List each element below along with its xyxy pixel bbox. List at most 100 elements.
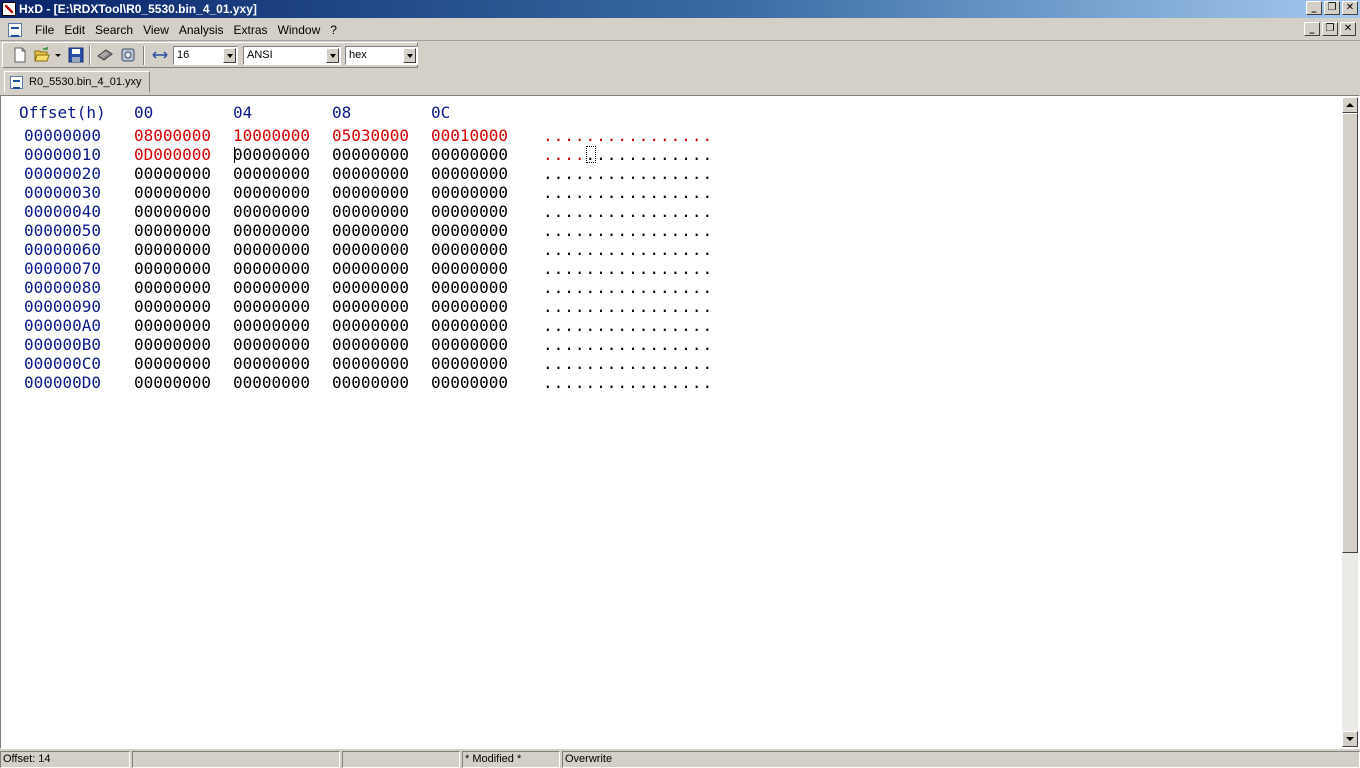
hex-byte-group[interactable]: 00000000 xyxy=(134,259,211,278)
hex-byte-group[interactable]: 00000000 xyxy=(332,221,409,240)
hex-byte-group[interactable]: 00000000 xyxy=(431,354,508,373)
menu-search[interactable]: Search xyxy=(90,23,138,37)
hex-byte-group[interactable]: 00000000 xyxy=(233,145,310,164)
menu-extras[interactable]: Extras xyxy=(229,23,273,37)
hex-byte-group[interactable]: 10000000 xyxy=(233,126,310,145)
ascii-column[interactable]: ................ xyxy=(543,278,713,297)
hex-byte-group[interactable]: 00000000 xyxy=(431,373,508,392)
save-icon[interactable] xyxy=(68,47,84,63)
menu-window[interactable]: Window xyxy=(273,23,326,37)
hex-byte-group[interactable]: 00000000 xyxy=(332,164,409,183)
document-close-button[interactable]: ✕ xyxy=(1340,22,1356,36)
menu-analysis[interactable]: Analysis xyxy=(174,23,229,37)
scroll-thumb[interactable] xyxy=(1342,113,1358,553)
tab-file[interactable]: R0_5530.bin_4_01.yxy xyxy=(4,71,150,93)
hex-byte-group[interactable]: 00000000 xyxy=(431,240,508,259)
new-file-icon[interactable] xyxy=(12,47,28,63)
hex-byte-group[interactable]: 00000000 xyxy=(332,354,409,373)
ascii-column[interactable]: ................ xyxy=(543,354,713,373)
minimize-button[interactable]: _ xyxy=(1306,1,1322,15)
hex-byte-group[interactable]: 00000000 xyxy=(233,221,310,240)
close-button[interactable]: ✕ xyxy=(1342,1,1358,15)
open-dropdown-icon[interactable] xyxy=(54,47,62,63)
menu-view[interactable]: View xyxy=(138,23,174,37)
ascii-column[interactable]: ................ xyxy=(543,373,713,392)
hex-byte-group[interactable]: 00000000 xyxy=(134,240,211,259)
hex-byte-group[interactable]: 00000000 xyxy=(332,145,409,164)
hex-byte-group[interactable]: 0D000000 xyxy=(134,145,211,164)
hex-byte-group[interactable]: 00000000 xyxy=(332,202,409,221)
charset-combo[interactable]: ANSI xyxy=(243,46,341,65)
hex-byte-group[interactable]: 00000000 xyxy=(431,316,508,335)
hxd-app-icon[interactable] xyxy=(2,2,16,16)
hex-byte-group[interactable]: 00000000 xyxy=(134,278,211,297)
hex-byte-group[interactable]: 00000000 xyxy=(134,202,211,221)
ascii-column[interactable]: ................ xyxy=(543,335,713,354)
hex-byte-group[interactable]: 00000000 xyxy=(431,164,508,183)
menu-help[interactable]: ? xyxy=(325,23,342,37)
hex-byte-group[interactable]: 00010000 xyxy=(431,126,508,145)
hex-byte-group[interactable]: 00000000 xyxy=(134,297,211,316)
ascii-column[interactable]: ................ xyxy=(543,183,713,202)
hex-byte-group[interactable]: 00000000 xyxy=(332,373,409,392)
open-file-icon[interactable] xyxy=(34,47,50,63)
hex-byte-group[interactable]: 00000000 xyxy=(233,183,310,202)
chevron-down-icon[interactable] xyxy=(403,48,416,63)
hex-byte-group[interactable]: 00000000 xyxy=(233,259,310,278)
hex-byte-group[interactable]: 00000000 xyxy=(134,316,211,335)
hex-byte-group[interactable]: 00000000 xyxy=(233,202,310,221)
hex-byte-group[interactable]: 00000000 xyxy=(233,240,310,259)
hex-byte-group[interactable]: 00000000 xyxy=(233,164,310,183)
hex-byte-group[interactable]: 00000000 xyxy=(134,354,211,373)
document-system-icon[interactable] xyxy=(8,23,22,37)
hex-byte-group[interactable]: 00000000 xyxy=(332,183,409,202)
offset-base-combo[interactable]: hex xyxy=(345,46,418,65)
hex-byte-group[interactable]: 05030000 xyxy=(332,126,409,145)
hex-byte-group[interactable]: 00000000 xyxy=(332,335,409,354)
hex-byte-group[interactable]: 00000000 xyxy=(431,183,508,202)
vertical-scrollbar[interactable] xyxy=(1342,97,1358,747)
hex-byte-group[interactable]: 00000000 xyxy=(233,278,310,297)
hex-byte-group[interactable]: 00000000 xyxy=(233,297,310,316)
hex-byte-group[interactable]: 00000000 xyxy=(134,183,211,202)
disk-drive-icon[interactable] xyxy=(120,47,136,63)
hex-byte-group[interactable]: 00000000 xyxy=(332,240,409,259)
chevron-down-icon[interactable] xyxy=(223,48,236,63)
scroll-up-button[interactable] xyxy=(1342,97,1358,113)
ascii-column[interactable]: ................ xyxy=(543,202,713,221)
hex-byte-group[interactable]: 08000000 xyxy=(134,126,211,145)
hex-byte-group[interactable]: 00000000 xyxy=(233,354,310,373)
ascii-column[interactable]: ................ xyxy=(543,259,713,278)
hex-byte-group[interactable]: 00000000 xyxy=(332,259,409,278)
hex-byte-group[interactable]: 00000000 xyxy=(431,259,508,278)
hex-byte-group[interactable]: 00000000 xyxy=(431,145,508,164)
hex-byte-group[interactable]: 00000000 xyxy=(134,221,211,240)
hex-byte-group[interactable]: 00000000 xyxy=(233,335,310,354)
bytes-per-row-combo[interactable]: 16 xyxy=(173,46,238,65)
hex-byte-group[interactable]: 00000000 xyxy=(134,164,211,183)
hex-byte-group[interactable]: 00000000 xyxy=(233,373,310,392)
restore-button[interactable]: ❐ xyxy=(1324,1,1340,15)
menu-file[interactable]: File xyxy=(30,23,59,37)
chevron-down-icon[interactable] xyxy=(326,48,339,63)
hex-byte-group[interactable]: 00000000 xyxy=(332,316,409,335)
hex-byte-group[interactable]: 00000000 xyxy=(431,278,508,297)
ascii-column[interactable]: ................ xyxy=(543,126,713,145)
document-restore-button[interactable]: ❐ xyxy=(1322,22,1338,36)
hex-byte-group[interactable]: 00000000 xyxy=(134,373,211,392)
ram-chip-icon[interactable] xyxy=(97,47,113,63)
ascii-column[interactable]: ................ xyxy=(543,221,713,240)
ascii-column[interactable]: ................ xyxy=(543,164,713,183)
hex-byte-group[interactable]: 00000000 xyxy=(431,297,508,316)
ascii-column[interactable]: ................ xyxy=(543,297,713,316)
hex-byte-group[interactable]: 00000000 xyxy=(233,316,310,335)
hex-byte-group[interactable]: 00000000 xyxy=(332,278,409,297)
scroll-down-button[interactable] xyxy=(1342,731,1358,747)
ascii-column[interactable]: ................ xyxy=(543,145,713,164)
hex-byte-group[interactable]: 00000000 xyxy=(431,221,508,240)
ascii-column[interactable]: ................ xyxy=(543,316,713,335)
hex-editor[interactable]: Offset(h) 00 04 08 0C 00000000 08000000 1000000… xyxy=(0,95,1360,749)
hex-byte-group[interactable]: 00000000 xyxy=(431,202,508,221)
hex-byte-group[interactable]: 00000000 xyxy=(431,335,508,354)
hex-byte-group[interactable]: 00000000 xyxy=(332,297,409,316)
